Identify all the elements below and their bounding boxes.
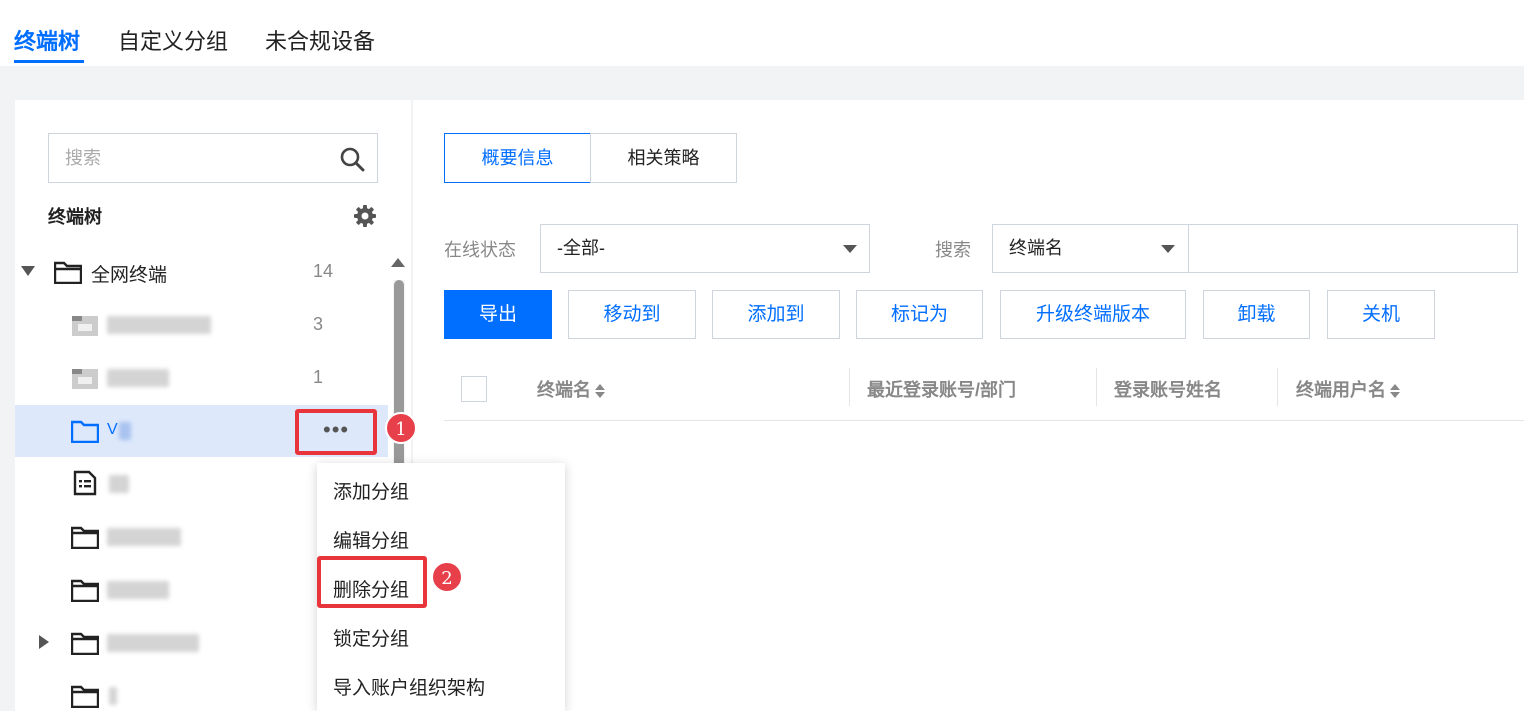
search-field-value: 终端名 bbox=[1009, 238, 1063, 258]
document-list-icon bbox=[73, 470, 97, 496]
folder-icon bbox=[71, 526, 99, 549]
move-to-button[interactable]: 移动到 bbox=[568, 290, 696, 339]
column-header-last-login: 最近登录账号/部门 bbox=[867, 380, 1017, 400]
tree-item-root[interactable]: 全网终端 14 bbox=[15, 246, 388, 298]
caret-down-icon bbox=[843, 245, 857, 253]
folder-filled-icon bbox=[72, 369, 98, 389]
column-divider bbox=[849, 368, 850, 406]
search-input[interactable] bbox=[1188, 224, 1518, 273]
tab-terminal-tree[interactable]: 终端树 bbox=[14, 24, 80, 56]
step-badge: 1 bbox=[385, 412, 417, 444]
shutdown-button[interactable]: 关机 bbox=[1327, 290, 1435, 339]
table-header: 终端名 最近登录账号/部门 登录账号姓名 终端用户名 bbox=[444, 364, 1524, 421]
redacted-label bbox=[109, 475, 129, 493]
search-icon[interactable] bbox=[339, 146, 365, 172]
redacted-label bbox=[107, 316, 211, 334]
tree-search-box bbox=[48, 133, 378, 183]
column-divider bbox=[1096, 368, 1097, 406]
tree-item-count: 1 bbox=[313, 367, 324, 387]
active-tab-indicator bbox=[14, 60, 84, 63]
gear-icon[interactable] bbox=[353, 204, 377, 228]
add-to-button[interactable]: 添加到 bbox=[712, 290, 840, 339]
folder-icon bbox=[71, 685, 99, 708]
menu-item-import-org[interactable]: 导入账户组织架构 bbox=[333, 673, 485, 700]
caret-down-icon bbox=[1161, 245, 1175, 253]
redacted-label bbox=[107, 581, 169, 599]
step-badge: 2 bbox=[431, 561, 463, 593]
upgrade-version-button[interactable]: 升级终端版本 bbox=[1000, 290, 1186, 339]
status-filter-label: 在线状态 bbox=[444, 240, 516, 260]
tree-search-input[interactable] bbox=[49, 134, 329, 182]
search-label: 搜索 bbox=[935, 240, 971, 260]
folder-open-icon bbox=[54, 261, 82, 284]
redacted-label bbox=[107, 528, 181, 546]
mark-as-button[interactable]: 标记为 bbox=[856, 290, 983, 339]
folder-filled-icon bbox=[72, 316, 98, 336]
redacted-label bbox=[109, 687, 117, 705]
sort-icon[interactable] bbox=[1390, 384, 1400, 399]
menu-item-lock-group[interactable]: 锁定分组 bbox=[333, 624, 409, 651]
redacted-label bbox=[119, 422, 131, 440]
tree-item-count: 3 bbox=[313, 314, 324, 334]
tab-overview[interactable]: 概要信息 bbox=[444, 133, 591, 183]
column-divider bbox=[1277, 368, 1278, 406]
tree-item-label: 全网终端 bbox=[91, 265, 168, 286]
tab-related-policies[interactable]: 相关策略 bbox=[590, 133, 737, 183]
redacted-label bbox=[107, 634, 199, 652]
tree-title: 终端树 bbox=[48, 207, 102, 227]
export-button[interactable]: 导出 bbox=[444, 290, 552, 339]
column-header-terminal-name[interactable]: 终端名 bbox=[537, 376, 605, 402]
tree-item-selected[interactable]: V ••• bbox=[15, 405, 388, 457]
caret-down-icon[interactable] bbox=[21, 266, 35, 276]
status-filter-value: -全部- bbox=[557, 238, 605, 258]
top-tab-bar: 终端树 自定义分组 未合规设备 bbox=[0, 0, 1524, 66]
more-icon: ••• bbox=[323, 417, 350, 442]
sort-icon[interactable] bbox=[595, 384, 605, 399]
folder-icon bbox=[71, 632, 99, 655]
status-filter-select[interactable]: -全部- bbox=[540, 224, 870, 273]
more-options-button[interactable]: ••• bbox=[295, 409, 377, 455]
tree-item-label: V bbox=[107, 421, 118, 438]
scroll-up-arrow-icon[interactable] bbox=[391, 258, 405, 267]
search-field-select[interactable]: 终端名 bbox=[992, 224, 1189, 273]
tree-item[interactable]: 3 bbox=[15, 299, 388, 351]
caret-right-icon[interactable] bbox=[39, 635, 49, 649]
menu-item-edit-group[interactable]: 编辑分组 bbox=[333, 526, 409, 553]
delete-highlight-box bbox=[317, 556, 427, 608]
folder-icon bbox=[71, 420, 99, 443]
menu-item-add-group[interactable]: 添加分组 bbox=[333, 477, 409, 504]
column-header-terminal-user[interactable]: 终端用户名 bbox=[1296, 376, 1400, 402]
select-all-checkbox[interactable] bbox=[461, 376, 487, 402]
tab-custom-group[interactable]: 自定义分组 bbox=[118, 24, 228, 56]
folder-icon bbox=[71, 579, 99, 602]
redacted-label bbox=[107, 369, 169, 387]
column-header-login-name: 登录账号姓名 bbox=[1114, 380, 1222, 400]
uninstall-button[interactable]: 卸载 bbox=[1203, 290, 1310, 339]
tree-item-count: 14 bbox=[313, 261, 334, 281]
tree-item[interactable]: 1 bbox=[15, 352, 388, 404]
tab-noncompliant-devices[interactable]: 未合规设备 bbox=[265, 24, 375, 56]
content-panel: 概要信息 相关策略 在线状态 -全部- 搜索 终端名 导出 移动到 添加到 标记… bbox=[413, 100, 1524, 711]
